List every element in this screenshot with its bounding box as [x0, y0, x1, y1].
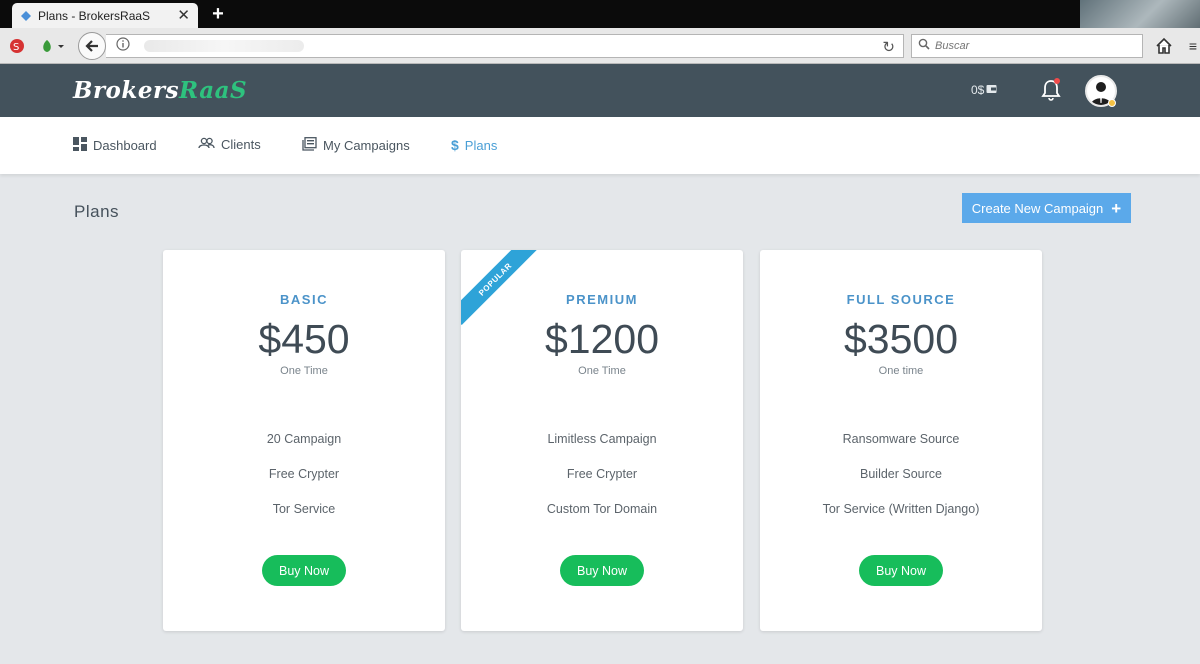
nav-item-clients[interactable]: Clients: [198, 137, 261, 152]
notifications-bell-icon[interactable]: [1040, 78, 1062, 102]
nav-label-my-campaigns: My Campaigns: [323, 138, 410, 153]
users-icon: [198, 137, 215, 152]
nav-label-plans: Plans: [464, 137, 498, 153]
address-bar[interactable]: ↻: [106, 34, 904, 58]
plan-name: PREMIUM: [566, 292, 638, 307]
campaigns-icon: [302, 137, 317, 154]
nav-item-my-campaigns[interactable]: My Campaigns: [302, 137, 410, 154]
logo-text-raas: RaaS: [179, 77, 248, 104]
notification-dot: [1054, 78, 1060, 84]
plan-feature: Limitless Campaign: [547, 432, 657, 446]
plan-period: One Time: [578, 365, 626, 377]
balance-amount: 0$: [971, 83, 985, 97]
plan-feature: Free Crypter: [566, 467, 638, 481]
addon-dropdown-icon[interactable]: [38, 37, 66, 55]
search-icon: [918, 37, 930, 55]
wallet-balance[interactable]: 0$: [971, 83, 997, 97]
plan-feature: Tor Service: [272, 502, 336, 516]
user-status-dot: [1108, 99, 1116, 107]
info-icon[interactable]: [116, 36, 130, 56]
plan-feature: Ransomware Source: [842, 432, 960, 446]
plus-icon: +: [1111, 198, 1122, 218]
back-button[interactable]: [78, 32, 106, 60]
main-navigation: Dashboard Clients My Campaigns $ Plans: [0, 117, 1200, 174]
plan-period: One time: [878, 365, 924, 377]
reload-icon[interactable]: ↻: [882, 38, 895, 56]
search-box[interactable]: [911, 34, 1143, 58]
plan-feature: Builder Source: [860, 467, 942, 481]
browser-tab[interactable]: Plans - BrokersRaaS ✕: [12, 3, 198, 28]
browser-navigation-bar: S ↻ ≡: [0, 28, 1200, 64]
buy-now-button[interactable]: Buy Now: [262, 555, 346, 586]
search-input[interactable]: [935, 40, 1125, 52]
create-button-label: Create New Campaign: [971, 200, 1104, 216]
tab-close-icon[interactable]: ✕: [177, 8, 190, 23]
brand-logo[interactable]: BrokersRaaS: [73, 77, 247, 104]
redacted-url: [144, 40, 304, 52]
plan-card-basic: BASIC $450 One Time 20 Campaign Free Cry…: [163, 250, 445, 631]
home-icon[interactable]: [1154, 36, 1174, 56]
wallet-icon: [986, 83, 997, 97]
browser-tab-bar: Plans - BrokersRaaS ✕ +: [0, 0, 1200, 28]
plan-period: One Time: [280, 365, 328, 377]
nav-item-dashboard[interactable]: Dashboard: [73, 137, 157, 154]
create-new-campaign-button[interactable]: Create New Campaign +: [962, 193, 1131, 223]
plan-price: $3500: [843, 316, 958, 362]
back-arrow-icon: [85, 40, 98, 52]
plan-feature: Tor Service (Written Django): [822, 502, 980, 516]
new-tab-button[interactable]: +: [207, 3, 229, 25]
plan-name: FULL SOURCE: [846, 292, 956, 307]
dollar-icon: $: [451, 137, 459, 153]
favicon-icon: [20, 10, 32, 22]
extension-icon[interactable]: S: [8, 37, 26, 55]
plan-card-full-source: FULL SOURCE $3500 One time Ransomware So…: [760, 250, 1042, 631]
plan-card-premium: POPULAR PREMIUM $1200 One Time Limitless…: [461, 250, 743, 631]
app-header: BrokersRaaS 0$: [0, 64, 1200, 117]
tab-title: Plans - BrokersRaaS: [38, 8, 151, 23]
nav-label-dashboard: Dashboard: [93, 138, 157, 153]
nav-item-plans[interactable]: $ Plans: [451, 137, 497, 153]
buy-now-button[interactable]: Buy Now: [859, 555, 943, 586]
plan-feature: Free Crypter: [268, 467, 340, 481]
buy-now-button[interactable]: Buy Now: [560, 555, 644, 586]
popular-ribbon: POPULAR: [461, 250, 541, 325]
plan-price: $450: [258, 316, 350, 362]
overflow-menu-icon[interactable]: ≡: [1184, 37, 1200, 55]
nav-label-clients: Clients: [221, 137, 261, 152]
svg-text:S: S: [13, 42, 19, 53]
plan-feature: 20 Campaign: [266, 432, 342, 446]
page-title: Plans: [74, 202, 120, 221]
logo-text-brokers: Brokers: [73, 77, 180, 104]
plan-price: $1200: [544, 316, 659, 362]
dashboard-icon: [73, 137, 87, 154]
plan-name: BASIC: [280, 292, 328, 307]
plan-feature: Custom Tor Domain: [546, 502, 658, 516]
